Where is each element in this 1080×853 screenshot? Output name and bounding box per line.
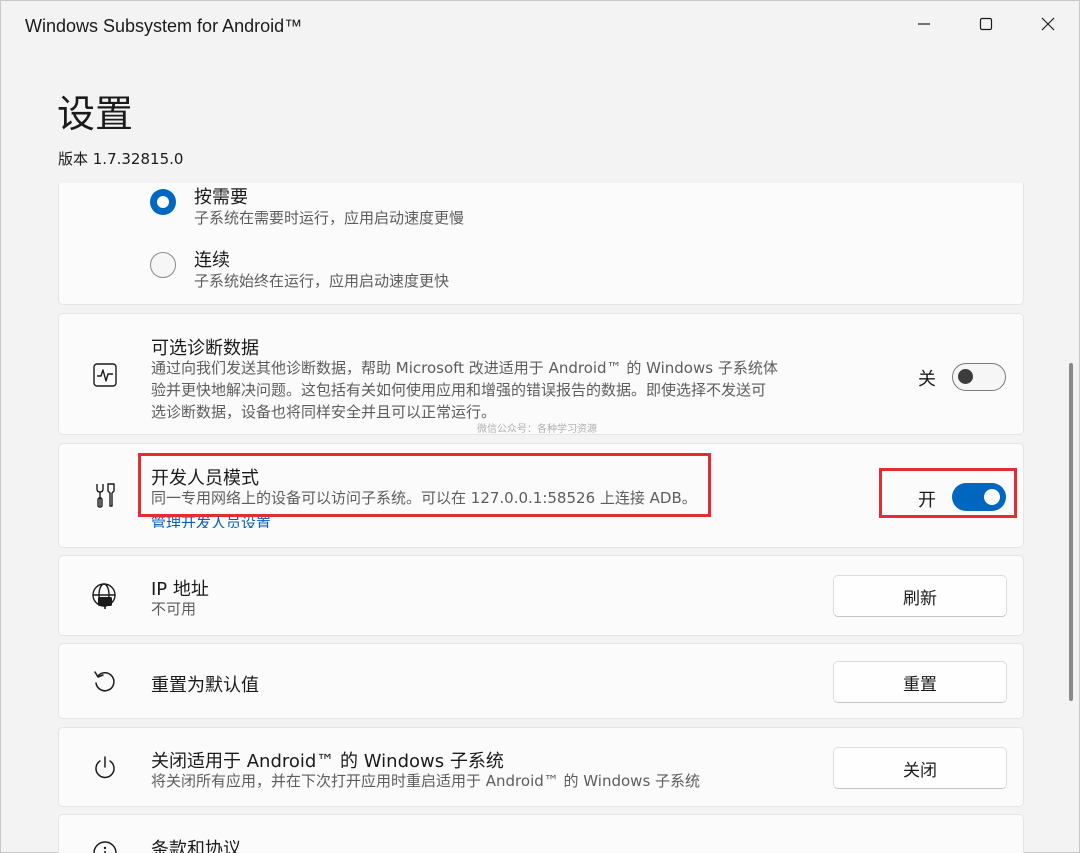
ip-address-value: 不可用 xyxy=(151,600,197,618)
radio-on-demand-description: 子系统在需要时运行，应用启动速度更慢 xyxy=(194,209,465,227)
developer-tools-icon xyxy=(91,481,119,509)
radio-on-demand[interactable] xyxy=(150,189,176,215)
settings-list[interactable]: 按需要 子系统在需要时运行，应用启动速度更慢 连续 子系统始终在运行，应用启动速… xyxy=(1,183,1079,853)
version-text: 版本 1.7.32815.0 xyxy=(58,150,184,168)
annotation-highlight-toggle xyxy=(879,468,1017,518)
minimize-icon xyxy=(918,23,930,25)
diagnostics-description-line-1: 通过向我们发送其他诊断数据，帮助 Microsoft 改进适用于 Android… xyxy=(151,359,778,377)
shutdown-card: 关闭适用于 Android™ 的 Windows 子系统 将关闭所有应用，并在下… xyxy=(58,727,1024,807)
diagnostics-toggle[interactable] xyxy=(952,363,1006,391)
refresh-button[interactable]: 刷新 xyxy=(833,575,1007,617)
close-button[interactable] xyxy=(1017,1,1079,47)
reset-title: 重置为默认值 xyxy=(151,675,259,696)
toggle-knob xyxy=(958,369,973,384)
minimize-button[interactable] xyxy=(893,1,955,47)
radio-continuous-label: 连续 xyxy=(194,250,230,271)
maximize-icon xyxy=(979,17,993,31)
app-window: Windows Subsystem for Android™ 设置 版本 1.7… xyxy=(0,0,1080,853)
globe-network-icon xyxy=(91,582,119,610)
activity-monitor-icon xyxy=(91,361,119,389)
diagnostics-card: 可选诊断数据 通过向我们发送其他诊断数据，帮助 Microsoft 改进适用于 … xyxy=(58,313,1024,435)
vertical-scrollbar[interactable] xyxy=(1069,363,1073,701)
maximize-button[interactable] xyxy=(955,1,1017,47)
power-icon xyxy=(91,754,119,782)
run-mode-card: 按需要 子系统在需要时运行，应用启动速度更慢 连续 子系统始终在运行，应用启动速… xyxy=(58,183,1024,305)
title-bar: Windows Subsystem for Android™ xyxy=(1,1,1079,53)
reset-icon xyxy=(91,668,119,696)
info-icon xyxy=(91,839,119,853)
shutdown-description: 将关闭所有应用，并在下次打开应用时重启适用于 Android™ 的 Window… xyxy=(151,772,701,790)
reset-card: 重置为默认值 重置 xyxy=(58,643,1024,719)
radio-continuous-description: 子系统始终在运行，应用启动速度更快 xyxy=(194,272,450,290)
shutdown-button[interactable]: 关闭 xyxy=(833,747,1007,789)
radio-on-demand-label: 按需要 xyxy=(194,187,248,208)
diagnostics-description-line-2: 验并更快地解决问题。这包括有关如何使用应用和增强的错误报告的数据。即使选择不发送… xyxy=(151,381,767,399)
diagnostics-description-line-3: 选诊断数据，设备也将同样安全并且可以正常运行。 xyxy=(151,403,497,421)
terms-title: 条款和协议 xyxy=(151,839,241,853)
reset-button[interactable]: 重置 xyxy=(833,661,1007,703)
watermark-text: 微信公众号：各种学习资源 xyxy=(477,424,597,435)
window-title: Windows Subsystem for Android™ xyxy=(25,16,303,36)
close-icon xyxy=(1041,17,1055,31)
page-title: 设置 xyxy=(57,92,134,136)
terms-card[interactable]: 条款和协议 xyxy=(58,814,1024,853)
ip-address-card: IP 地址 不可用 刷新 xyxy=(58,555,1024,636)
annotation-highlight-description xyxy=(138,453,711,517)
radio-continuous[interactable] xyxy=(150,252,176,278)
diagnostics-toggle-label: 关 xyxy=(918,369,936,390)
